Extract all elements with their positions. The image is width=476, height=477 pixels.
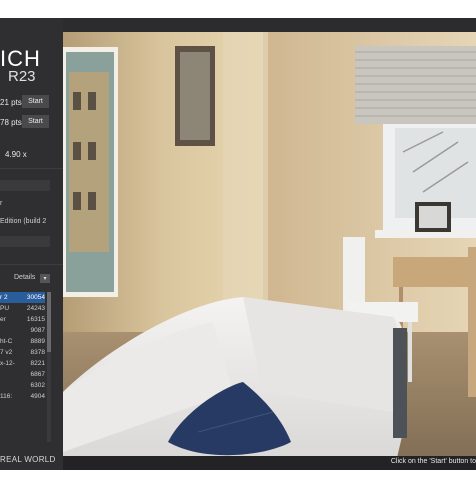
ranking-row[interactable]: r 2 30054	[0, 292, 45, 303]
gfx-field	[0, 236, 50, 247]
ranking-row-name: PU	[0, 305, 10, 312]
ranking-row-name: er	[0, 316, 6, 323]
ranking-row[interactable]: x-12- 8221	[0, 358, 45, 369]
ranking-row-name: r 2	[0, 294, 8, 301]
system-info-line: r	[0, 200, 3, 207]
ranking-row-name: ht-C	[0, 338, 13, 345]
single-core-start-button[interactable]: Start	[22, 115, 49, 128]
ranking-row[interactable]: 116: 4904	[0, 391, 45, 402]
ranking-row[interactable]: 9087	[0, 325, 45, 336]
ranking-details-dropdown-icon[interactable]: ▾	[40, 274, 50, 283]
sidebar: ICH R23 21 pts Start 78 pts Start 4.90 x…	[0, 18, 63, 470]
multi-core-score: 21 pts	[0, 98, 22, 107]
render-image	[63, 32, 476, 470]
os-info-line: Edition (build 2	[0, 218, 47, 225]
ranking-row-name: 7 v2	[0, 349, 13, 356]
ranking-row[interactable]: PU 24243	[0, 303, 45, 314]
render-viewport	[63, 32, 476, 470]
ranking-details-label: Details	[14, 274, 36, 281]
processor-field	[0, 180, 50, 191]
divider	[0, 264, 63, 265]
ranking-row-score: 8221	[30, 360, 45, 367]
ranking-row-score: 30054	[26, 294, 45, 301]
footer-brand: REAL WORLD	[0, 455, 56, 464]
ranking-row-score: 4904	[30, 393, 45, 400]
mp-ratio: 4.90 x	[5, 150, 27, 159]
app-logo-version: R23	[8, 68, 36, 85]
ranking-row[interactable]: 6867	[0, 369, 45, 380]
cinebench-window: ICH R23 21 pts Start 78 pts Start 4.90 x…	[0, 18, 476, 470]
divider	[0, 168, 63, 169]
ranking-row[interactable]: ht-C 8889	[0, 336, 45, 347]
ranking-row-score: 24243	[26, 305, 45, 312]
ranking-row-score: 8378	[30, 349, 45, 356]
single-core-score: 78 pts	[0, 118, 22, 127]
ranking-row-name: x-12-	[0, 360, 15, 367]
ranking-row-score: 9087	[30, 327, 45, 334]
ranking-row-name: 116:	[0, 393, 13, 400]
ranking-row-score: 16315	[26, 316, 45, 323]
status-message: Click on the 'Start' button to	[390, 458, 476, 465]
ranking-row[interactable]: 7 v2 8378	[0, 347, 45, 358]
ranking-row-score: 6302	[30, 382, 45, 389]
ranking-row-score: 6867	[30, 371, 45, 378]
ranking-row[interactable]: er 16315	[0, 314, 45, 325]
ranking-scrollbar-thumb[interactable]	[47, 292, 51, 352]
ranking-row[interactable]: 6302	[0, 380, 45, 391]
status-bar: Click on the 'Start' button to	[63, 456, 476, 470]
multi-core-start-button[interactable]: Start	[22, 95, 49, 108]
ranking-list: r 2 30054 PU 24243 er 16315 9087 ht-C 8889 7 v2 83…	[0, 292, 45, 402]
ranking-row-score: 8889	[30, 338, 45, 345]
